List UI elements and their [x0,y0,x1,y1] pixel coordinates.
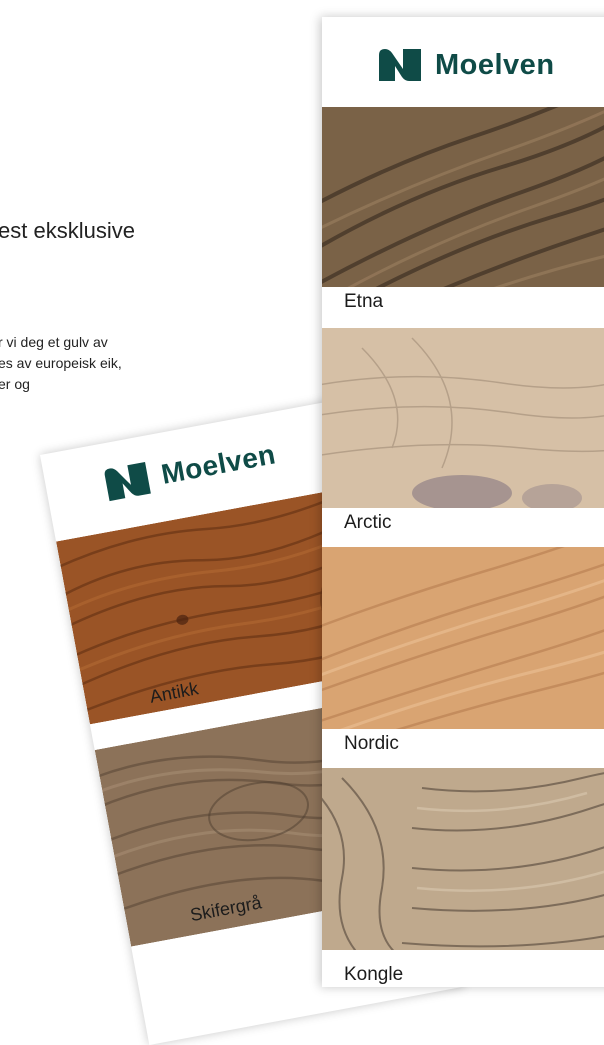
moelven-logo: Moelven [101,436,278,503]
brand-name: Moelven [435,48,555,81]
wood-texture-kongle [322,768,604,950]
swatch-etna: Etna [322,107,604,327]
swatch-label-arctic: Arctic [344,512,392,533]
swatch-arctic: Arctic [322,328,604,548]
brochure-right: Moelven Etna Arctic Nordic Kongle [322,17,604,987]
moelven-logo-icon [104,461,151,502]
moelven-logo-icon [379,49,421,81]
intro-paragraph-line: r vi deg et gulv av [0,334,108,350]
brand-name: Moelven [158,438,279,490]
moelven-logo: Moelven [377,47,555,83]
swatch-label-etna: Etna [344,291,384,312]
intro-paragraph-line: es av europeisk eik, [0,355,122,371]
intro-paragraph: r vi deg et gulv av es av europeisk eik,… [0,332,198,395]
swatch-label-kongle: Kongle [344,964,404,985]
swatch-label-nordic: Nordic [344,733,399,754]
intro-heading: est eksklusive [0,218,135,243]
swatch-kongle: Kongle [322,768,604,988]
wood-texture-nordic [322,547,604,729]
wood-texture-etna [322,107,604,287]
swatch-nordic: Nordic [322,547,604,767]
intro-paragraph-line: er og [0,376,30,392]
wood-texture-arctic [322,328,604,508]
